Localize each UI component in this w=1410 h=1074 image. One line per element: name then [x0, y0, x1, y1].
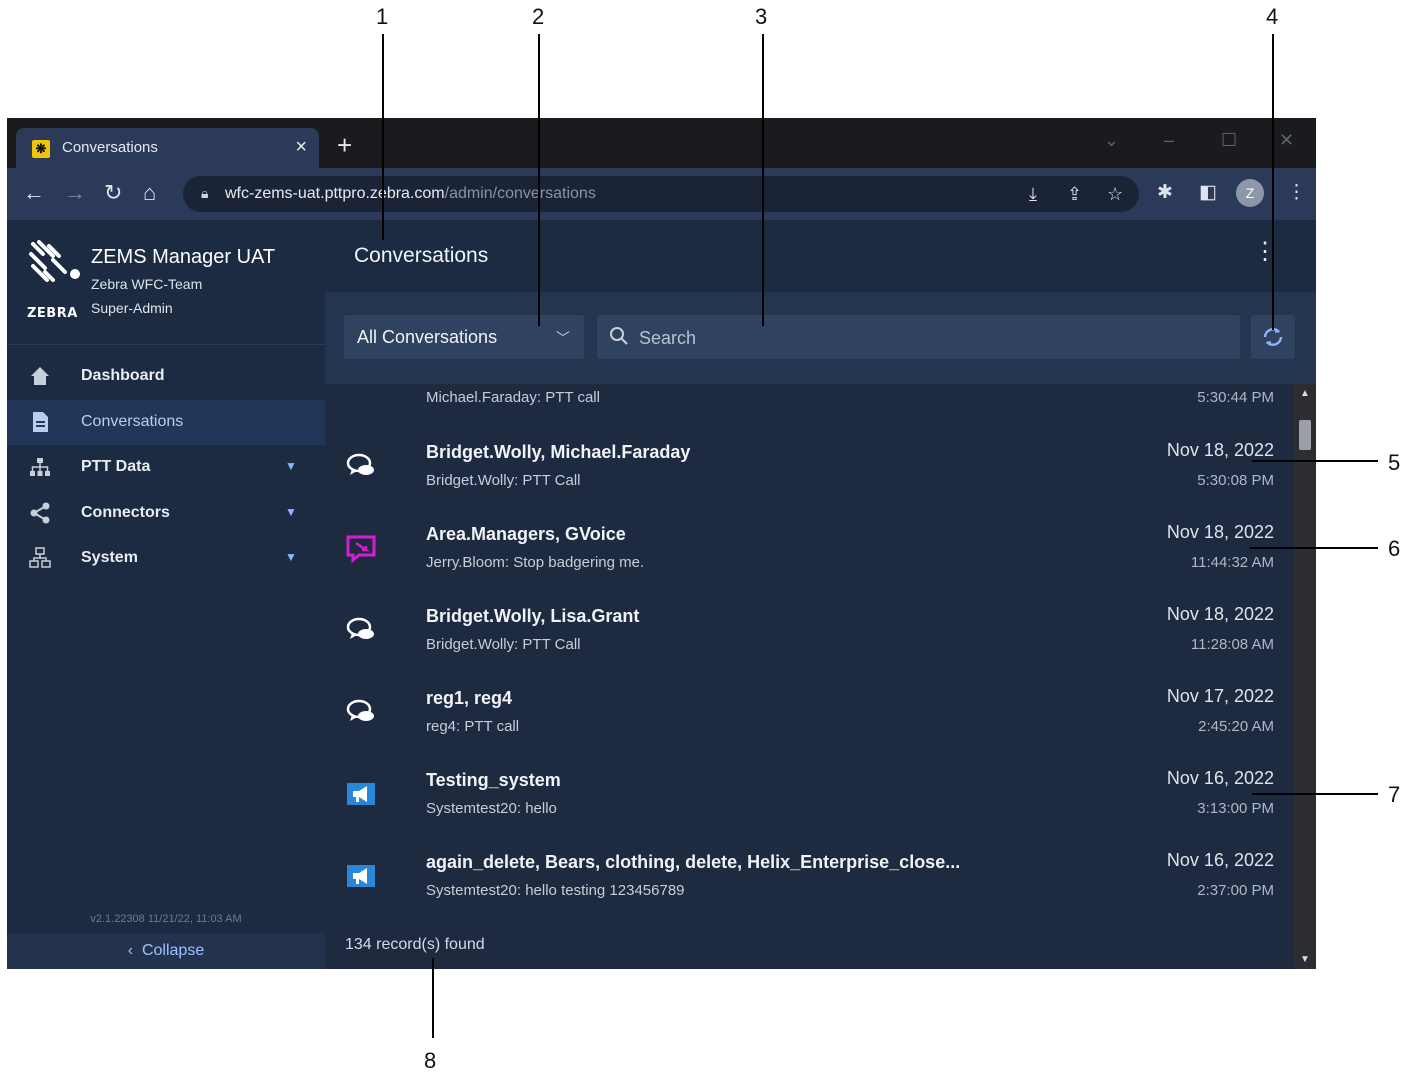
tab-close-icon[interactable]: × [295, 136, 307, 159]
hierarchy-icon [30, 458, 50, 476]
main-header: Conversations ⋮ [325, 220, 1316, 292]
share-page-icon[interactable]: ⇪ [1067, 184, 1082, 205]
maximize-icon[interactable]: ☐ [1221, 130, 1237, 151]
search-box[interactable] [597, 315, 1240, 359]
extensions-icon[interactable]: ✱ [1157, 181, 1173, 204]
callout-3-leader [762, 34, 764, 326]
expand-caret-icon[interactable]: ▼ [285, 459, 297, 473]
network-icon [29, 547, 51, 568]
conversation-filter-dropdown[interactable]: All Conversations ﹀ [344, 315, 584, 359]
minimize-icon[interactable]: – [1164, 130, 1174, 151]
callout-7: 7 [1388, 782, 1401, 807]
filter-toolbar: All Conversations ﹀ [325, 292, 1316, 384]
share-icon [30, 502, 50, 524]
profile-avatar[interactable]: Z [1236, 179, 1264, 207]
list-scrollbar[interactable]: ▲ ▼ [1294, 384, 1316, 969]
tab-bar: ❋ Conversations × + ⌄ – ☐ ✕ [7, 118, 1316, 168]
forward-icon[interactable]: → [64, 181, 86, 205]
callout-1: 1 [376, 4, 389, 29]
zebra-logo-icon [29, 240, 80, 282]
expand-caret-icon[interactable]: ▼ [285, 505, 297, 519]
megaphone-icon [347, 865, 375, 887]
new-tab-button[interactable]: + [337, 132, 352, 158]
tab-search-icon[interactable]: ⌄ [1104, 130, 1119, 151]
reload-icon[interactable]: ↻ [104, 181, 122, 205]
records-found-count: 134 record(s) found [345, 936, 485, 953]
home-browser-icon[interactable]: ⌂ [143, 181, 156, 205]
sidebar: ZEBRA ZEMS Manager UAT Zebra WFC-Team Su… [7, 220, 325, 969]
callout-7-leader [1252, 793, 1378, 795]
install-icon[interactable]: ⤓ [1029, 184, 1037, 205]
bookmark-star-icon[interactable]: ☆ [1107, 184, 1123, 205]
collapse-button[interactable]: ‹ Collapse [7, 933, 325, 969]
chat-bubbles-icon [346, 453, 374, 475]
url-text: wfc-zems-uat.pttpro.zebra.com/admin/conv… [225, 185, 596, 202]
side-panel-icon[interactable]: ◧ [1199, 181, 1217, 204]
callout-5: 5 [1388, 450, 1401, 475]
callout-3: 3 [755, 4, 768, 29]
sidebar-item-dashboard[interactable]: Dashboard [7, 354, 325, 399]
search-input[interactable] [637, 323, 1231, 353]
callout-2: 2 [532, 4, 545, 29]
callout-5-leader [1252, 460, 1378, 462]
callout-8: 8 [424, 1048, 437, 1073]
browser-tab-conversations[interactable]: ❋ Conversations × [16, 128, 319, 168]
address-bar: ← → ↻ ⌂ 🔒︎ wfc-zems-uat.pttpro.zebra.com… [7, 168, 1316, 220]
browser-window: ❋ Conversations × + ⌄ – ☐ ✕ ← → ↻ ⌂ 🔒︎ w… [7, 118, 1316, 969]
conversation-list: Michael.Faraday: PTT call 5:30:44 PM Bri… [325, 384, 1294, 969]
chat-bubbles-icon [346, 617, 374, 639]
user-role: Super-Admin [91, 300, 173, 316]
conversation-row[interactable]: reg1, reg4 reg4: PTT call Nov 17, 2022 2… [325, 668, 1294, 750]
page-title: Conversations [354, 244, 489, 267]
conversation-row[interactable]: Bridget.Wolly, Michael.Faraday Bridget.W… [325, 422, 1294, 504]
conversation-row[interactable]: Testing_system Systemtest20: hello Nov 1… [325, 750, 1294, 832]
callout-4: 4 [1266, 4, 1279, 29]
sidebar-item-system[interactable]: System ▼ [7, 536, 325, 581]
chat-bubbles-icon [346, 699, 374, 721]
expand-caret-icon[interactable]: ▼ [285, 550, 297, 564]
window-close-icon[interactable]: ✕ [1279, 130, 1294, 151]
back-icon[interactable]: ← [23, 181, 45, 205]
team-name: Zebra WFC-Team [91, 276, 203, 292]
chevron-down-icon: ﹀ [556, 330, 570, 346]
sidebar-item-conversations[interactable]: Conversations [7, 400, 325, 445]
conversation-row[interactable]: Bridget.Wolly, Lisa.Grant Bridget.Wolly:… [325, 586, 1294, 668]
main-panel: Conversations ⋮ All Conversations ﹀ Sear… [325, 220, 1316, 969]
scroll-up-icon[interactable]: ▲ [1300, 388, 1310, 399]
zebra-wordmark: ZEBRA [27, 306, 78, 321]
app-version: v2.1.22308 11/21/22, 11:03 AM [90, 913, 242, 925]
document-icon [33, 412, 48, 432]
chevron-left-icon: ‹ [127, 942, 142, 959]
callout-6-leader [1250, 547, 1378, 549]
lock-icon: 🔒︎ [201, 185, 209, 201]
conversation-row[interactable]: Area.Managers, GVoice Jerry.Bloom: Stop … [325, 504, 1294, 586]
scroll-down-icon[interactable]: ▼ [1300, 954, 1310, 965]
tab-title: Conversations [62, 139, 158, 156]
sidebar-divider [7, 344, 325, 345]
callout-8-leader [432, 958, 434, 1038]
megaphone-icon [347, 783, 375, 805]
app-shell: ZEBRA ZEMS Manager UAT Zebra WFC-Team Su… [7, 220, 1316, 969]
conversation-row[interactable]: again_delete, Bears, clothing, delete, H… [325, 832, 1294, 914]
browser-menu-icon[interactable]: ⋮ [1287, 181, 1306, 204]
url-field[interactable]: 🔒︎ wfc-zems-uat.pttpro.zebra.com/admin/c… [183, 176, 1139, 212]
callout-1-leader [382, 34, 384, 240]
search-icon [610, 327, 628, 345]
callout-6: 6 [1388, 536, 1401, 561]
callout-2-leader [538, 34, 540, 326]
scroll-thumb[interactable] [1299, 420, 1311, 450]
home-icon [31, 367, 49, 385]
gvoice-icon [346, 535, 376, 564]
callout-4-leader [1272, 34, 1274, 330]
sidebar-item-connectors[interactable]: Connectors ▼ [7, 491, 325, 536]
app-title: ZEMS Manager UAT [91, 246, 276, 268]
zebra-favicon-icon: ❋ [32, 140, 50, 158]
sidebar-item-ptt-data[interactable]: PTT Data ▼ [7, 445, 325, 490]
